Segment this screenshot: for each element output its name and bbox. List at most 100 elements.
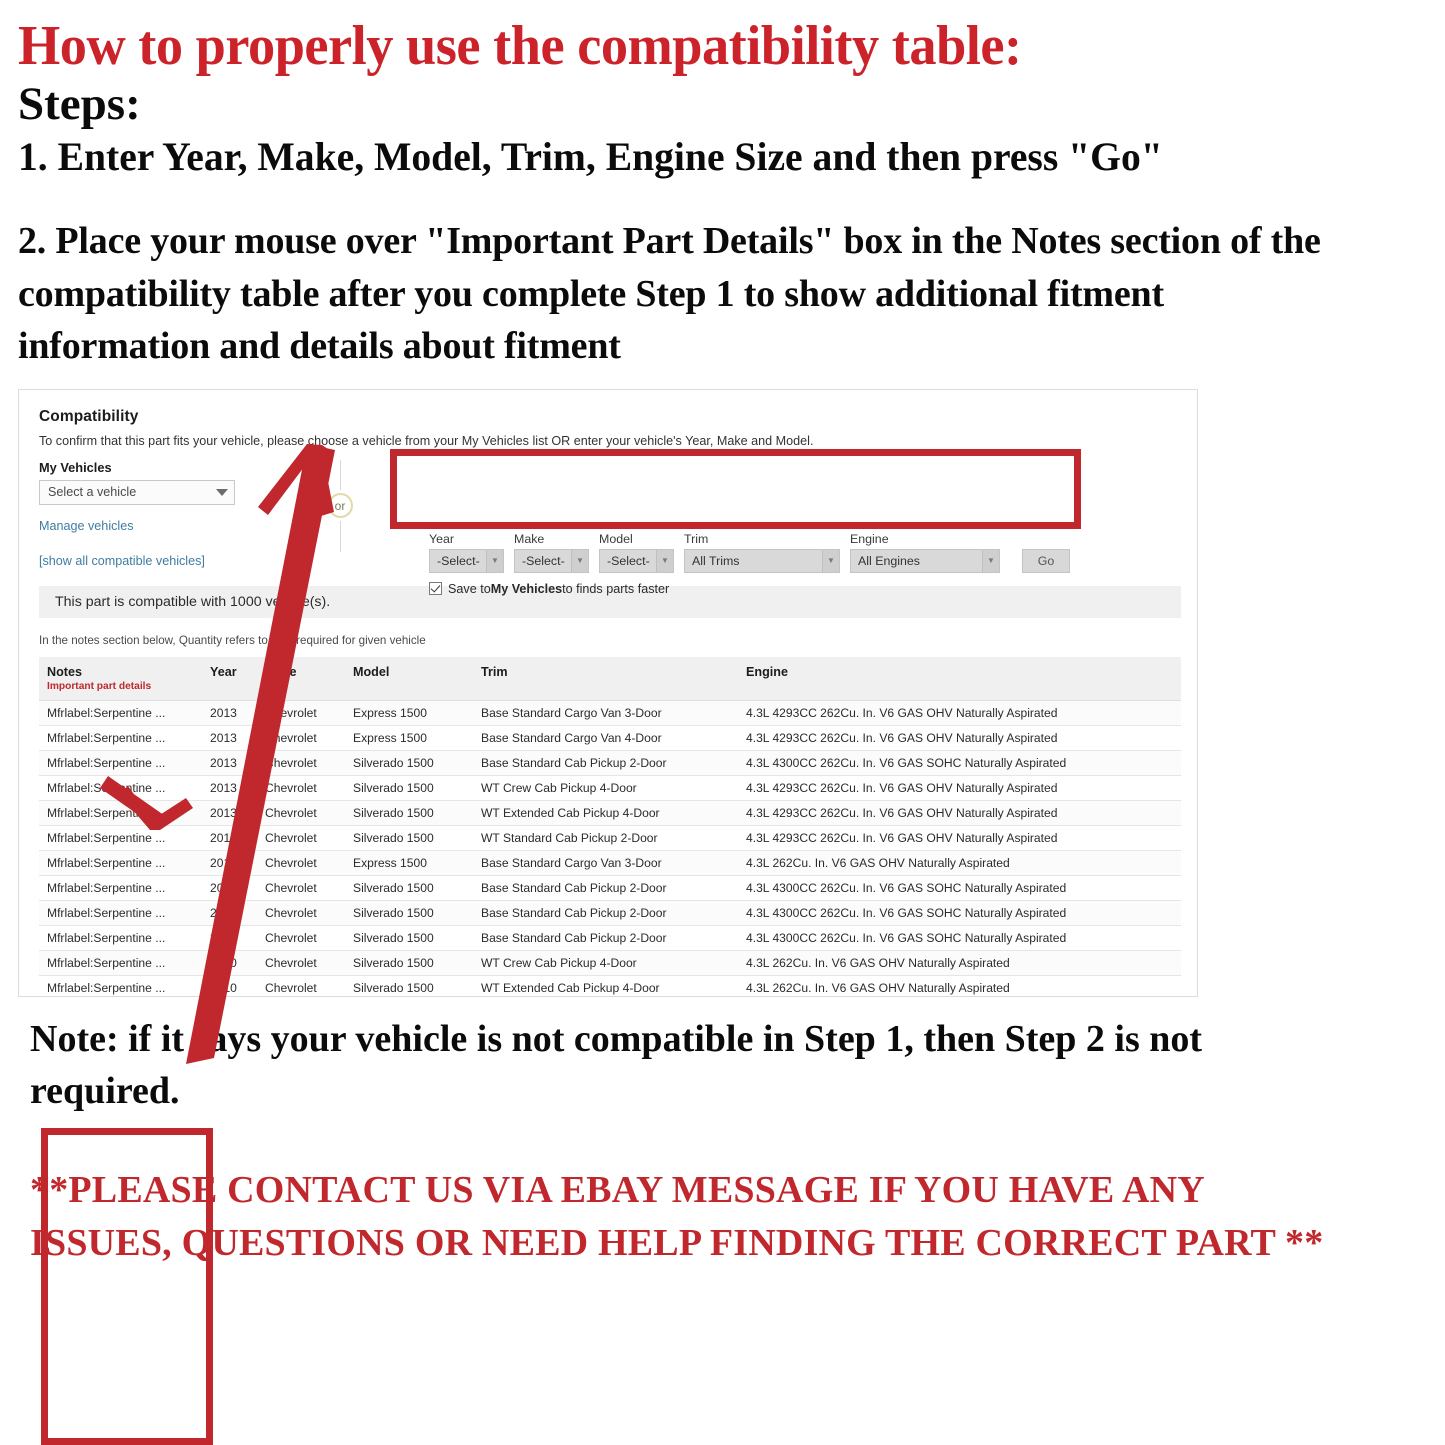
table-row: Mfrlabel:Serpentine ... 2011 Chevrolet Silv… <box>39 900 1181 926</box>
or-divider: or <box>317 459 363 552</box>
cell-make: Chevrolet <box>257 700 345 726</box>
show-all-compatible-vehicles-link[interactable]: [show all compatible vehicles] <box>39 554 265 568</box>
note-text: Note: if it says your vehicle is not com… <box>30 1017 1203 1113</box>
column-header-notes[interactable]: Notes Important part details <box>39 656 202 701</box>
table-row: Mfrlabel:Serpentine ... 2013 Chevrolet Silv… <box>39 775 1181 801</box>
step-1-text: 1. Enter Year, Make, Model, Trim, Engine… <box>18 134 1163 180</box>
year-value: -Select- <box>437 553 480 568</box>
my-vehicles-label: My Vehicles <box>39 459 112 475</box>
cell-engine: 4.3L 4293CC 262Cu. In. V6 GAS OHV Natura… <box>738 800 1181 826</box>
cell-year: 2013 <box>202 700 257 726</box>
cell-model: Express 1500 <box>345 700 473 726</box>
select-vehicle-dropdown[interactable]: Select a vehicle <box>39 479 235 505</box>
cell-model: Silverado 1500 <box>345 950 473 976</box>
cell-model: Silverado 1500 <box>345 750 473 776</box>
cell-notes[interactable]: Mfrlabel:Serpentine ... <box>39 725 202 751</box>
engine-label: Engine <box>850 531 889 546</box>
cell-notes[interactable]: Mfrlabel:Serpentine ... <box>39 875 202 901</box>
cell-make: Chevrolet <box>257 775 345 801</box>
trim-label: Trim <box>684 531 709 546</box>
cell-notes[interactable]: Mfrlabel:Serpentine ... <box>39 925 202 951</box>
cell-make: Chevrolet <box>257 925 345 951</box>
cell-year: 2010 <box>202 975 257 996</box>
cell-make: Chevrolet <box>257 800 345 826</box>
ymm-picker: Year -Select- ▼ Make -Select- ▼ Model -S… <box>429 532 1070 596</box>
cell-notes[interactable]: Mfrlabel:Serpentine ... <box>39 900 202 926</box>
table-row: Mfrlabel:Serpentine ... 2013 Chevrolet Silv… <box>39 750 1181 776</box>
chevron-down-icon: ▼ <box>822 549 839 572</box>
compatibility-subtitle: To confirm that this part fits your vehi… <box>39 433 814 448</box>
cell-year: 2013 <box>202 725 257 751</box>
cell-make: Chevrolet <box>257 750 345 776</box>
engine-field-group: Engine All Engines ▼ <box>850 532 1000 573</box>
cell-year: 2013 <box>202 750 257 776</box>
table-row: Mfrlabel:Serpentine ... 2013 Chevrolet Expr… <box>39 700 1181 726</box>
cell-notes[interactable]: Mfrlabel:Serpentine ... <box>39 700 202 726</box>
cell-notes[interactable]: Mfrlabel:Serpentine ... <box>39 750 202 776</box>
cell-engine: 4.3L 4293CC 262Cu. In. V6 GAS OHV Natura… <box>738 825 1181 851</box>
cell-notes[interactable]: Mfrlabel:Serpentine ... <box>39 825 202 851</box>
cell-year: 2011 <box>202 900 257 926</box>
compatibility-panel: Compatibility To confirm that this part … <box>18 388 1198 997</box>
cell-notes[interactable]: Mfrlabel:Serpentine ... <box>39 775 202 801</box>
cell-trim: Base Standard Cab Pickup 2-Door <box>473 875 738 901</box>
year-select[interactable]: -Select- ▼ <box>429 548 504 573</box>
table-row: Mfrlabel:Serpentine ... 2012 Chevrolet Expr… <box>39 850 1181 876</box>
table-row: Mfrlabel:Serpentine ... 2013 Chevrolet Expr… <box>39 725 1181 751</box>
or-badge: or <box>327 493 353 519</box>
go-button[interactable]: Go <box>1022 548 1070 573</box>
cell-model: Silverado 1500 <box>345 900 473 926</box>
make-label: Make <box>514 531 545 546</box>
table-row: Mfrlabel:Serpentine ... 2012 Chevrolet Silv… <box>39 875 1181 901</box>
column-header-engine[interactable]: Engine <box>738 656 1181 701</box>
cell-make: Chevrolet <box>257 825 345 851</box>
column-header-trim[interactable]: Trim <box>473 656 738 701</box>
cell-make: Chevrolet <box>257 850 345 876</box>
cell-notes[interactable]: Mfrlabel:Serpentine ... <box>39 850 202 876</box>
cell-engine: 4.3L 4300CC 262Cu. In. V6 GAS SOHC Natur… <box>738 750 1181 776</box>
cell-make: Chevrolet <box>257 900 345 926</box>
trim-select[interactable]: All Trims ▼ <box>684 548 840 573</box>
important-part-details-label[interactable]: Important part details <box>47 681 202 692</box>
column-header-make[interactable]: Make <box>257 656 345 701</box>
compatibility-screenshot: Compatibility To confirm that this part … <box>18 388 1198 1445</box>
cell-notes[interactable]: Mfrlabel:Serpentine ... <box>39 950 202 976</box>
table-row: Mfrlabel:Serpentine ... 2010 Chevrolet Silv… <box>39 925 1181 951</box>
table-row: Mfrlabel:Serpentine ... 2010 Chevrolet Silv… <box>39 950 1181 976</box>
engine-select[interactable]: All Engines ▼ <box>850 548 1000 573</box>
column-header-model[interactable]: Model <box>345 656 473 701</box>
cell-trim: Base Standard Cargo Van 3-Door <box>473 850 738 876</box>
cell-year: 2012 <box>202 850 257 876</box>
steps-label: Steps: <box>18 78 141 130</box>
cell-trim: WT Crew Cab Pickup 4-Door <box>473 950 738 976</box>
cell-notes[interactable]: Mfrlabel:Serpentine ... <box>39 975 202 996</box>
engine-value: All Engines <box>858 553 920 568</box>
table-header-row: Notes Important part details Year Make M… <box>39 656 1181 701</box>
cell-notes[interactable]: Mfrlabel:Serpentine ... <box>39 800 202 826</box>
save-checkbox[interactable] <box>429 582 442 596</box>
cell-trim: Base Standard Cargo Van 4-Door <box>473 725 738 751</box>
cell-make: Chevrolet <box>257 875 345 901</box>
cell-engine: 4.3L 4293CC 262Cu. In. V6 GAS OHV Natura… <box>738 725 1181 751</box>
cell-year: 2013 <box>202 800 257 826</box>
year-label: Year <box>429 531 455 546</box>
make-value: -Select- <box>522 553 565 568</box>
cell-model: Silverado 1500 <box>345 875 473 901</box>
cell-make: Chevrolet <box>257 975 345 996</box>
save-to-my-vehicles-row[interactable]: Save to My Vehicles to finds parts faste… <box>429 582 1070 596</box>
cell-engine: 4.3L 262Cu. In. V6 GAS OHV Naturally Asp… <box>738 950 1181 976</box>
chevron-down-icon <box>216 488 228 496</box>
column-header-year[interactable]: Year <box>202 656 257 701</box>
ymm-fields-row: Year -Select- ▼ Make -Select- ▼ Model -S… <box>429 532 1070 573</box>
cell-engine: 4.3L 262Cu. In. V6 GAS OHV Naturally Asp… <box>738 975 1181 996</box>
cell-trim: WT Extended Cab Pickup 4-Door <box>473 975 738 996</box>
cell-trim: Base Standard Cab Pickup 2-Door <box>473 900 738 926</box>
column-header-notes-label: Notes <box>47 664 82 679</box>
model-select[interactable]: -Select- ▼ <box>599 548 674 573</box>
select-vehicle-value: Select a vehicle <box>48 485 137 500</box>
make-select[interactable]: -Select- ▼ <box>514 548 589 573</box>
chevron-down-icon: ▼ <box>486 549 503 572</box>
manage-vehicles-link[interactable]: Manage vehicles <box>39 519 265 533</box>
or-divider-line-top <box>339 459 341 491</box>
cell-trim: Base Standard Cargo Van 3-Door <box>473 700 738 726</box>
